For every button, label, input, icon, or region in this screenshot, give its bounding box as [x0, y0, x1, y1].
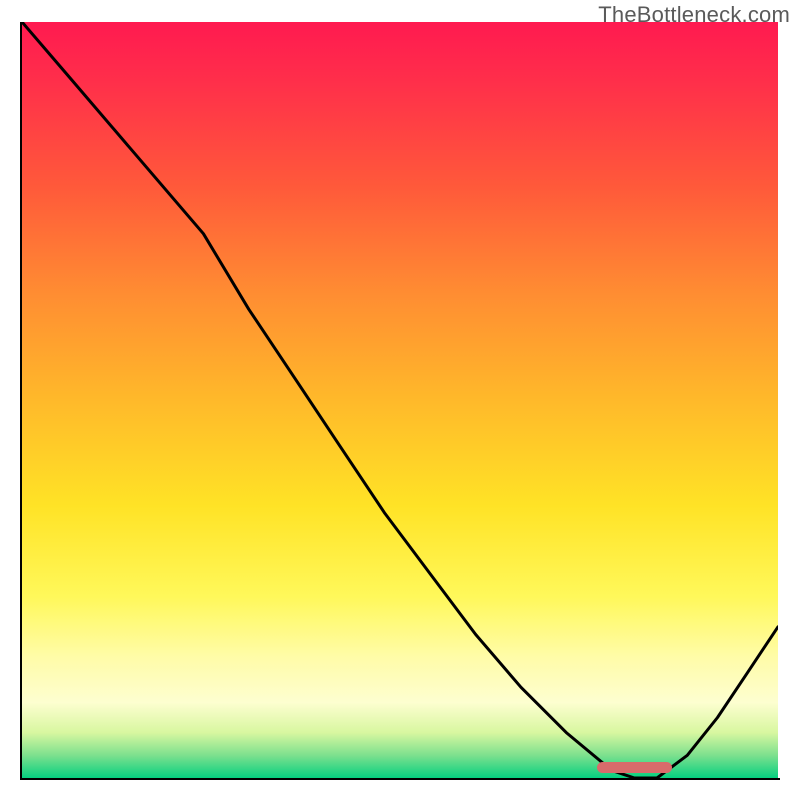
plot-area [22, 22, 778, 778]
optimal-range-marker [597, 762, 673, 773]
curve-svg [22, 22, 778, 778]
chart-frame: TheBottleneck.com [0, 0, 800, 800]
y-axis [20, 22, 22, 780]
x-axis [20, 778, 780, 780]
bottleneck-curve [22, 22, 778, 778]
